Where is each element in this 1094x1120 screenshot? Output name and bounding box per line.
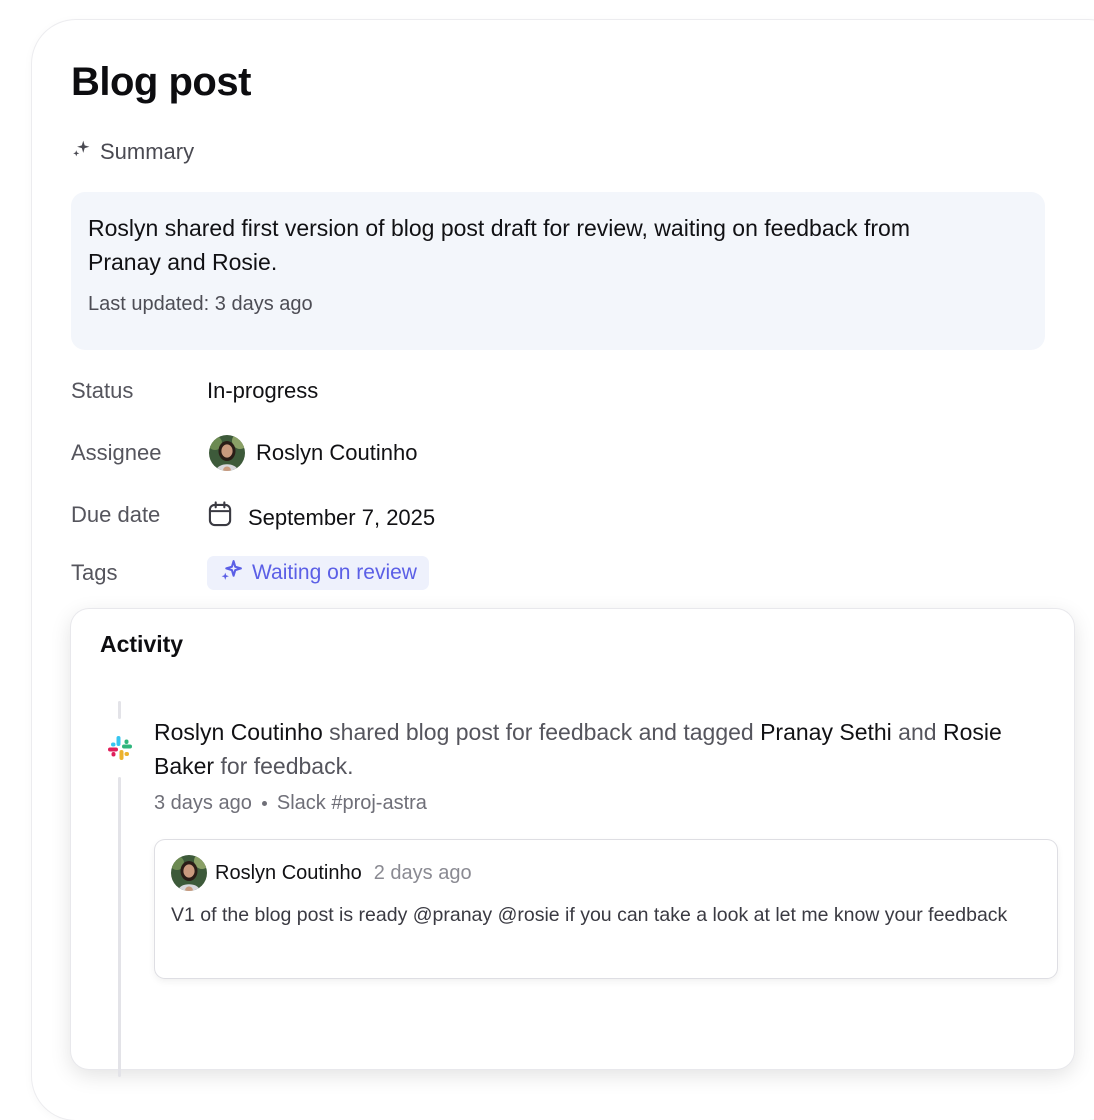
slack-icon [107,735,133,761]
timeline-line [118,701,121,719]
activity-event-text: Roslyn Coutinho shared blog post for fee… [154,715,1054,783]
separator-dot [261,801,267,806]
due-date-text: September 7, 2025 [248,504,436,530]
activity-text-part: shared blog post for feedback and tagged [322,719,761,745]
status-value[interactable]: In-progress [207,378,318,404]
comment-card[interactable]: Roslyn Coutinho 2 days ago V1 of the blo… [155,840,1057,978]
sparkle-icon [71,138,92,165]
activity-card: Activity Roslyn Coutinho shared blog pos… [71,609,1074,1077]
assignee-name: Roslyn Coutinho [256,440,418,465]
comment-time: 2 days ago [373,861,472,884]
assignee-value[interactable]: Roslyn Coutinho [209,435,417,471]
due-date-value[interactable]: September 7, 2025 [208,501,435,534]
sparkle-icon [219,558,244,589]
activity-mention[interactable]: Pranay Sethi [760,719,892,745]
calendar-icon [208,501,233,534]
tag-label: Waiting on review [252,561,417,584]
status-label: Status [71,378,134,403]
summary-box: Roslyn shared first version of blog post… [71,192,1045,350]
avatar [209,435,245,471]
avatar [171,855,207,891]
summary-header: Summary [71,138,194,165]
status-value-text: In-progress [207,378,319,403]
activity-time: 3 days ago [154,792,252,814]
activity-meta: 3 days ago Slack #proj-astra [154,792,427,815]
activity-source[interactable]: Slack #proj-astra [277,792,427,815]
summary-text: Roslyn shared first version of blog post… [88,215,911,275]
tags-label: Tags [71,560,118,585]
due-date-label: Due date [71,502,161,527]
tag-chip[interactable]: Waiting on review [207,556,429,590]
activity-text-part: for feedback. [214,753,354,779]
comment-header: Roslyn Coutinho 2 days ago [171,855,472,891]
activity-text-part: and [891,719,943,745]
page-title: Blog post [71,60,251,104]
timeline-line [118,777,121,1077]
summary-last-updated: Last updated: 3 days ago [88,293,313,315]
activity-title: Activity [100,631,184,657]
assignee-label: Assignee [71,440,162,465]
comment-author[interactable]: Roslyn Coutinho [215,862,362,885]
summary-header-label: Summary [100,138,195,164]
activity-actor[interactable]: Roslyn Coutinho [154,719,323,745]
comment-body: V1 of the blog post is ready @pranay @ro… [171,904,1008,926]
